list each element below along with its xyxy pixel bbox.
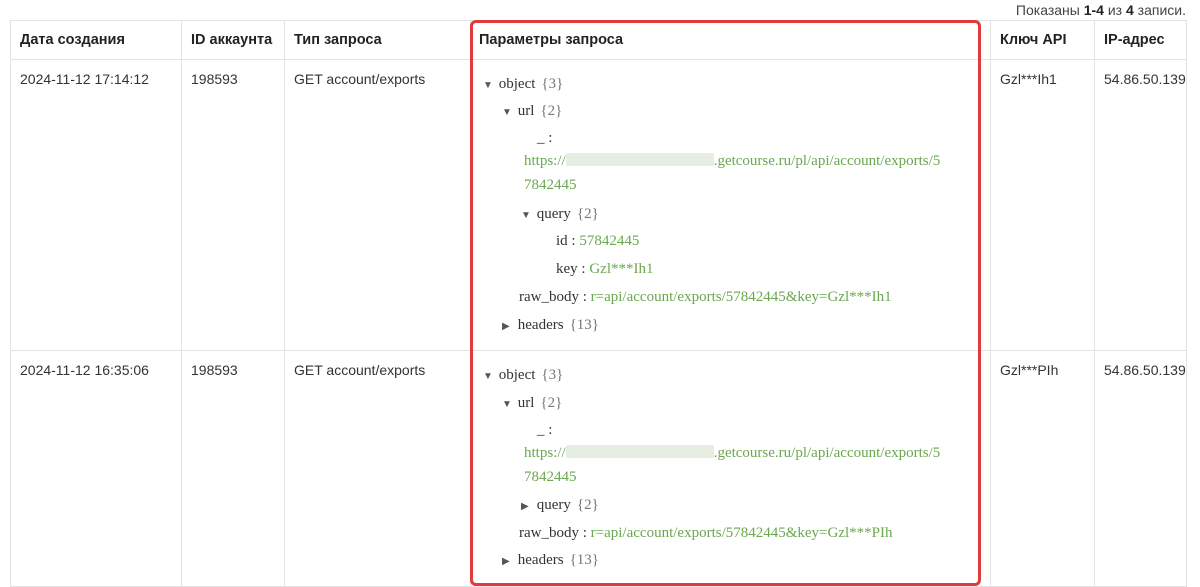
raw-value: r=api/account/exports/57842445&key=Gzl**… [590, 525, 893, 541]
records-summary: Показаны 1-4 из 4 записи. [1016, 2, 1186, 18]
url-start: https:// [524, 153, 566, 169]
raw-body: raw_body : r=api/account/exports/5784244… [519, 525, 893, 542]
ip-cell: 54.86.50.139 [1095, 351, 1187, 586]
caret-down-icon[interactable]: ▼ [483, 371, 495, 382]
node-count: {2} [576, 497, 599, 513]
tree-node-headers[interactable]: ▶ headers {13} [502, 317, 599, 334]
table-row: 2024-11-12 17:14:12 198593 GET account/e… [11, 60, 1187, 351]
params-cell: ▼ object {3} ▼ url {2} _ : https:// .getcou… [471, 351, 991, 586]
column-header-params[interactable]: Параметры запроса [471, 21, 991, 59]
redacted-host [565, 445, 714, 458]
column-header-api-key[interactable]: Ключ API [991, 21, 1095, 59]
summary-of: из [1107, 2, 1123, 18]
id-label: id : [556, 233, 576, 249]
key-label: key : [556, 261, 586, 277]
node-label: url [517, 395, 535, 411]
query-key: key : Gzl***Ih1 [556, 261, 653, 278]
ip-cell: 54.86.50.139 [1095, 60, 1187, 350]
node-count: {2} [540, 395, 563, 411]
tree-node-headers[interactable]: ▶ headers {13} [502, 552, 599, 569]
underscore-key: _ : [537, 422, 553, 438]
id-value: 57842445 [579, 233, 640, 249]
query-id: id : 57842445 [556, 233, 639, 250]
api-key-cell: Gzl***Ih1 [991, 60, 1095, 350]
account-id-cell: 198593 [182, 351, 285, 586]
node-label: object [498, 367, 536, 383]
request-type-cell: GET account/exports [285, 351, 471, 586]
redacted-host [565, 153, 714, 166]
params-cell: ▼ object {3} ▼ url {2} _ : https:// .getcou… [471, 60, 991, 350]
table-header: Дата создания ID аккаунта Тип запроса Па… [11, 21, 1187, 60]
node-label: headers [517, 317, 564, 333]
created-cell: 2024-11-12 17:14:12 [11, 60, 182, 350]
params-tree: ▼ object {3} ▼ url {2} _ : https:// .getcou… [471, 351, 990, 586]
caret-down-icon[interactable]: ▼ [483, 80, 495, 91]
node-count: {3} [541, 367, 564, 383]
node-label: url [517, 103, 535, 119]
summary-prefix: Показаны [1015, 2, 1080, 18]
underscore-key: _ : [537, 130, 553, 146]
node-label: query [536, 497, 571, 513]
account-id-cell: 198593 [182, 60, 285, 350]
node-label: query [536, 206, 571, 222]
caret-down-icon[interactable]: ▼ [502, 107, 514, 118]
node-count: {3} [541, 76, 564, 92]
summary-total: 4 [1125, 2, 1134, 18]
caret-down-icon[interactable]: ▼ [502, 399, 514, 410]
tree-node-url[interactable]: ▼ url {2} [502, 103, 562, 120]
summary-range: 1-4 [1083, 2, 1104, 18]
tree-node-object[interactable]: ▼ object {3} [483, 76, 563, 93]
caret-right-icon[interactable]: ▶ [502, 556, 514, 567]
api-key-cell: Gzl***PIh [991, 351, 1095, 586]
url-value: https:// .getcourse.ru/pl/api/account/exp… [524, 153, 940, 170]
requests-table: Дата создания ID аккаунта Тип запроса Па… [10, 20, 1187, 587]
node-label: object [498, 76, 536, 92]
url-end: .getcourse.ru/pl/api/account/exports/5 [713, 445, 941, 461]
key-value: Gzl***Ih1 [589, 261, 654, 277]
raw-body: raw_body : r=api/account/exports/5784244… [519, 289, 892, 306]
node-count: {2} [576, 206, 599, 222]
request-type-cell: GET account/exports [285, 60, 471, 350]
tree-node-object[interactable]: ▼ object {3} [483, 367, 563, 384]
params-tree: ▼ object {3} ▼ url {2} _ : https:// .getcou… [471, 60, 990, 350]
table-row: 2024-11-12 16:35:06 198593 GET account/e… [11, 351, 1187, 587]
url-value-wrap: 7842445 [524, 469, 577, 485]
node-count: {13} [569, 552, 599, 568]
node-count: {2} [540, 103, 563, 119]
caret-right-icon[interactable]: ▶ [502, 321, 514, 332]
column-header-request-type[interactable]: Тип запроса [285, 21, 471, 59]
url-end: .getcourse.ru/pl/api/account/exports/5 [713, 153, 941, 169]
raw-value: r=api/account/exports/57842445&key=Gzl**… [590, 289, 892, 305]
caret-down-icon[interactable]: ▼ [521, 210, 533, 221]
tree-node-query[interactable]: ▼ query {2} [521, 206, 599, 223]
summary-suffix: записи. [1137, 2, 1186, 18]
created-cell: 2024-11-12 16:35:06 [11, 351, 182, 586]
url-start: https:// [524, 445, 566, 461]
column-header-created[interactable]: Дата создания [11, 21, 182, 59]
url-value-wrap: 7842445 [524, 177, 577, 193]
raw-label: raw_body : [519, 525, 587, 541]
raw-label: raw_body : [519, 289, 587, 305]
tree-node-url[interactable]: ▼ url {2} [502, 395, 562, 412]
tree-node-query[interactable]: ▶ query {2} [521, 497, 599, 514]
column-header-account-id[interactable]: ID аккаунта [182, 21, 285, 59]
node-count: {13} [569, 317, 599, 333]
column-header-ip[interactable]: IP-адрес [1095, 21, 1187, 59]
node-label: headers [517, 552, 564, 568]
caret-right-icon[interactable]: ▶ [521, 501, 533, 512]
url-value: https:// .getcourse.ru/pl/api/account/exp… [524, 445, 940, 462]
